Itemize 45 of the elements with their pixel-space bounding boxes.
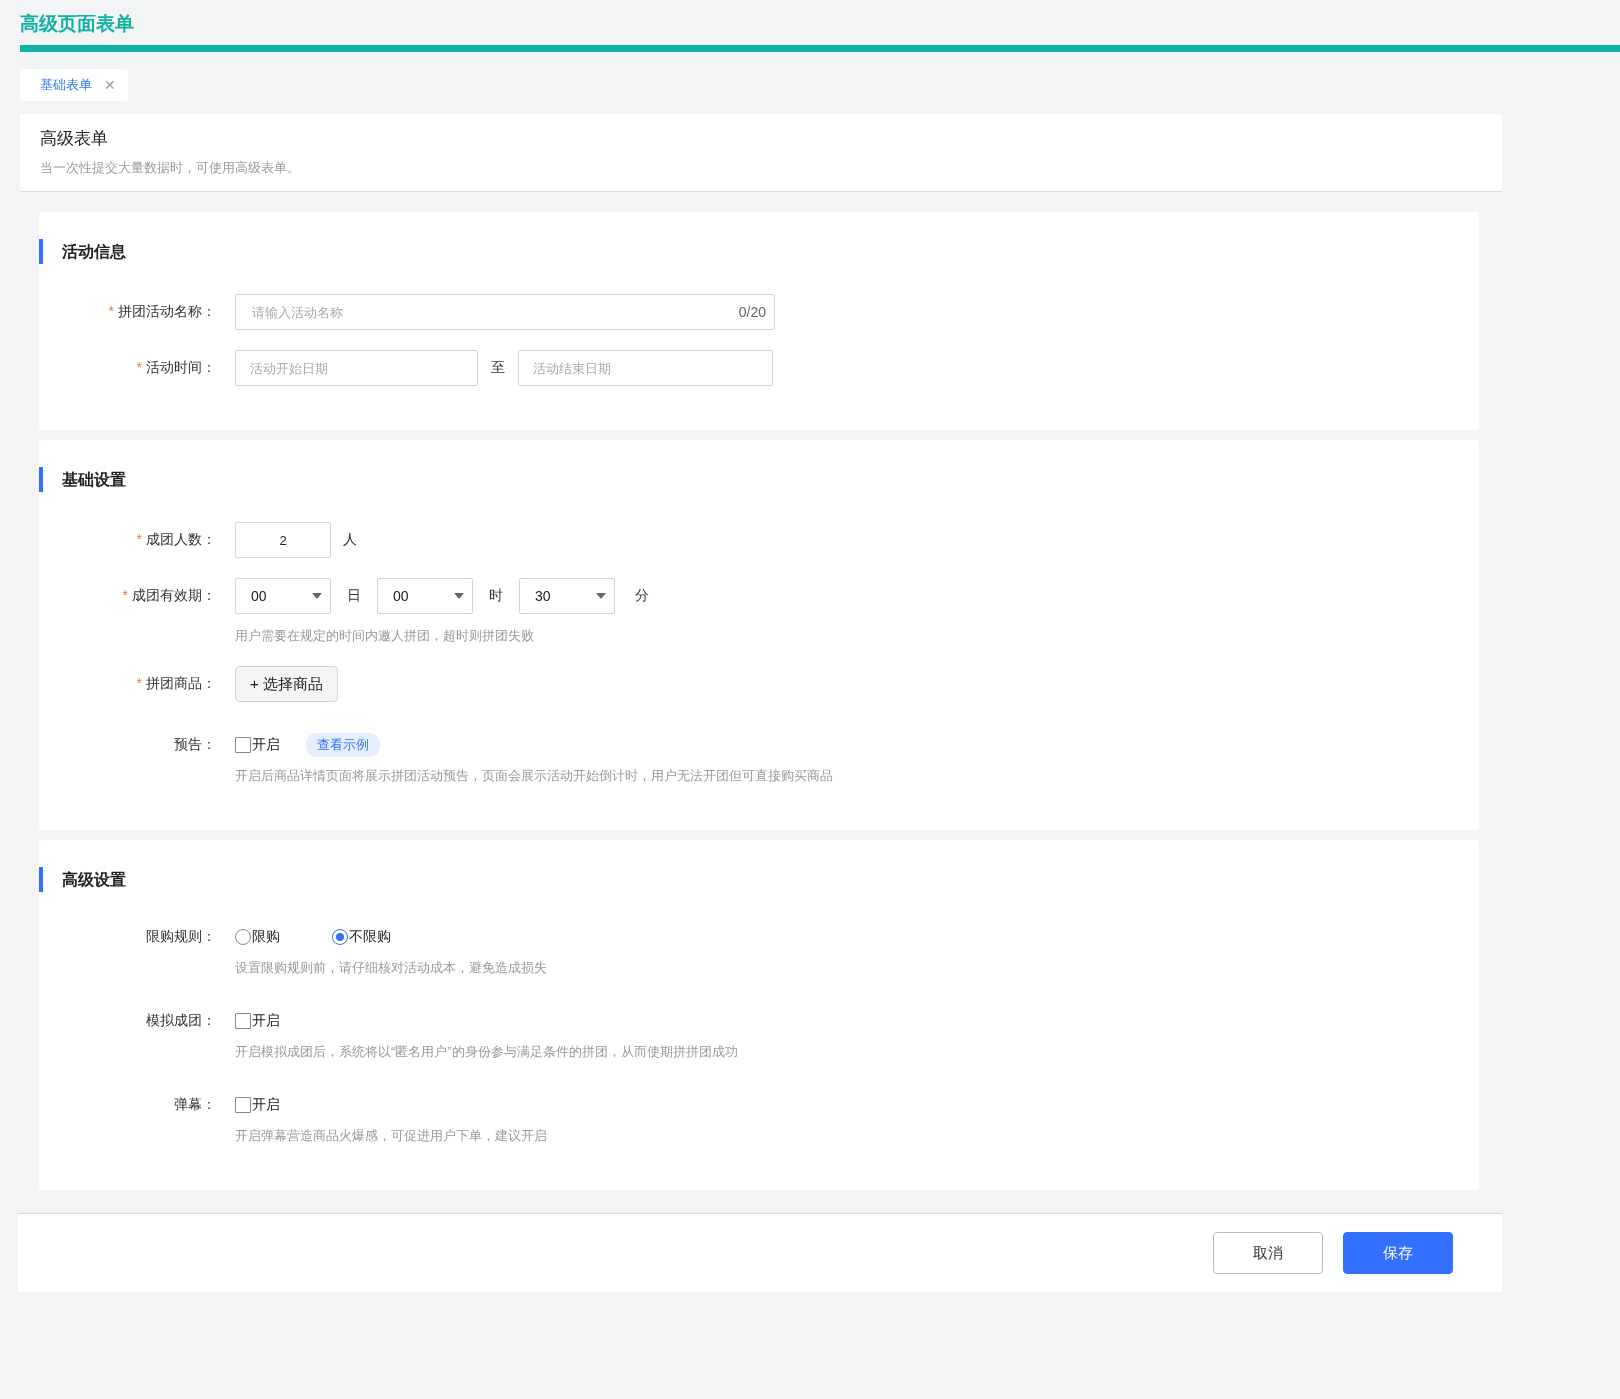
field-label: * 拼团活动名称： bbox=[107, 303, 216, 321]
section-title: 高级设置 bbox=[39, 867, 1479, 892]
select-field[interactable]: 00 bbox=[235, 578, 331, 614]
select-field[interactable]: 30 bbox=[519, 578, 615, 614]
radio-option[interactable]: 不限购 bbox=[332, 928, 391, 946]
cancel-button[interactable]: 取消 bbox=[1213, 1232, 1323, 1274]
caret-icon bbox=[596, 593, 606, 599]
select-goods-button[interactable]: + 选择商品 bbox=[235, 666, 338, 702]
field-label: 预告： bbox=[173, 736, 216, 754]
help-text: 开启弹幕营造商品火爆感，可促进用户下单，建议开启 bbox=[235, 1127, 548, 1145]
section-title: 基础设置 bbox=[39, 467, 1479, 492]
field-label: 模拟成团： bbox=[145, 1012, 216, 1030]
checkbox-option[interactable]: 开启 bbox=[235, 1096, 280, 1114]
end-date-field[interactable]: 活动结束日期 bbox=[518, 350, 773, 386]
help-text: 设置限购规则前，请仔细核对活动成本，避免造成损失 bbox=[235, 959, 548, 977]
character-counter: 0/20 bbox=[738, 304, 766, 320]
page-title: 高级表单 bbox=[40, 128, 109, 150]
caret-icon bbox=[454, 593, 464, 599]
field-label: * 成团有效期： bbox=[121, 587, 216, 605]
app-title: 高级页面表单 bbox=[20, 12, 135, 36]
activity-name-field[interactable]: 请输入活动名称 0/20 bbox=[235, 294, 775, 330]
unit-label: 分 bbox=[635, 587, 649, 605]
view-example-link[interactable]: 查看示例 bbox=[306, 733, 380, 757]
select-field[interactable]: 00 bbox=[377, 578, 473, 614]
unit-label: 人 bbox=[343, 531, 357, 549]
range-separator: 至 bbox=[491, 359, 505, 377]
field-label: * 拼团商品： bbox=[135, 675, 216, 693]
tab[interactable]: 基础表单 ✕ bbox=[20, 69, 128, 101]
section-title: 活动信息 bbox=[39, 239, 1479, 264]
help-text: 用户需要在规定的时间内邀人拼团，超时则拼团失败 bbox=[235, 627, 535, 645]
unit-label: 日 bbox=[347, 587, 361, 605]
unit-label: 时 bbox=[489, 587, 503, 605]
start-date-field[interactable]: 活动开始日期 bbox=[235, 350, 478, 386]
save-button[interactable]: 保存 bbox=[1343, 1232, 1453, 1274]
caret-icon bbox=[312, 593, 322, 599]
number-field[interactable]: 2 bbox=[235, 522, 331, 558]
help-text: 开启后商品详情页面将展示拼团活动预告，页面会展示活动开始倒计时，用户无法开团但可直接购买商品 bbox=[235, 767, 834, 785]
field-label: 限购规则： bbox=[145, 928, 216, 946]
radio-option[interactable]: 限购 bbox=[235, 928, 280, 946]
field-label: * 活动时间： bbox=[135, 359, 216, 377]
checkbox-option[interactable]: 开启 bbox=[235, 736, 280, 754]
field-label: * 成团人数： bbox=[135, 531, 216, 549]
field-label: 弹幕： bbox=[173, 1096, 216, 1114]
help-text: 开启模拟成团后，系统将以“匿名用户”的身份参与满足条件的拼团，从而使期拼拼团成功 bbox=[235, 1043, 739, 1061]
checkbox-option[interactable]: 开启 bbox=[235, 1012, 280, 1030]
